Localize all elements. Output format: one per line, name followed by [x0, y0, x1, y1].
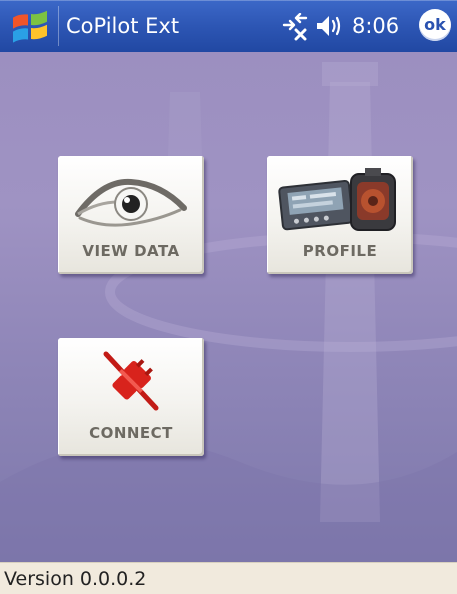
connect-button[interactable]: CONNECT	[58, 338, 204, 456]
clock[interactable]: 8:06	[352, 12, 399, 40]
plug-icon	[103, 351, 159, 411]
app-title: CoPilot Ext	[66, 14, 180, 38]
devices-icon	[278, 168, 396, 231]
main-content: VIEW DATA PROFILE CONNECT	[0, 52, 457, 562]
eye-icon	[75, 178, 187, 227]
title-bar: CoPilot Ext 8:06 ok	[0, 0, 457, 52]
profile-label: PROFILE	[302, 242, 378, 260]
status-bar: Version 0.0.0.2	[0, 562, 457, 594]
version-text: Version 0.0.0.2	[4, 568, 147, 590]
profile-button[interactable]: PROFILE	[267, 156, 413, 274]
title-separator	[58, 6, 59, 46]
pda-screen: CoPilot Ext 8:06 ok VIEW DATA PROFILE CO…	[0, 0, 457, 594]
windows-flag-icon[interactable]	[10, 8, 50, 44]
view-data-label: VIEW DATA	[82, 242, 180, 260]
volume-icon[interactable]	[315, 13, 345, 39]
connect-label: CONNECT	[89, 424, 173, 442]
background-watermark	[0, 62, 457, 562]
view-data-button[interactable]: VIEW DATA	[58, 156, 204, 274]
connectivity-icon[interactable]	[280, 13, 310, 41]
ok-button[interactable]: ok	[419, 9, 451, 41]
